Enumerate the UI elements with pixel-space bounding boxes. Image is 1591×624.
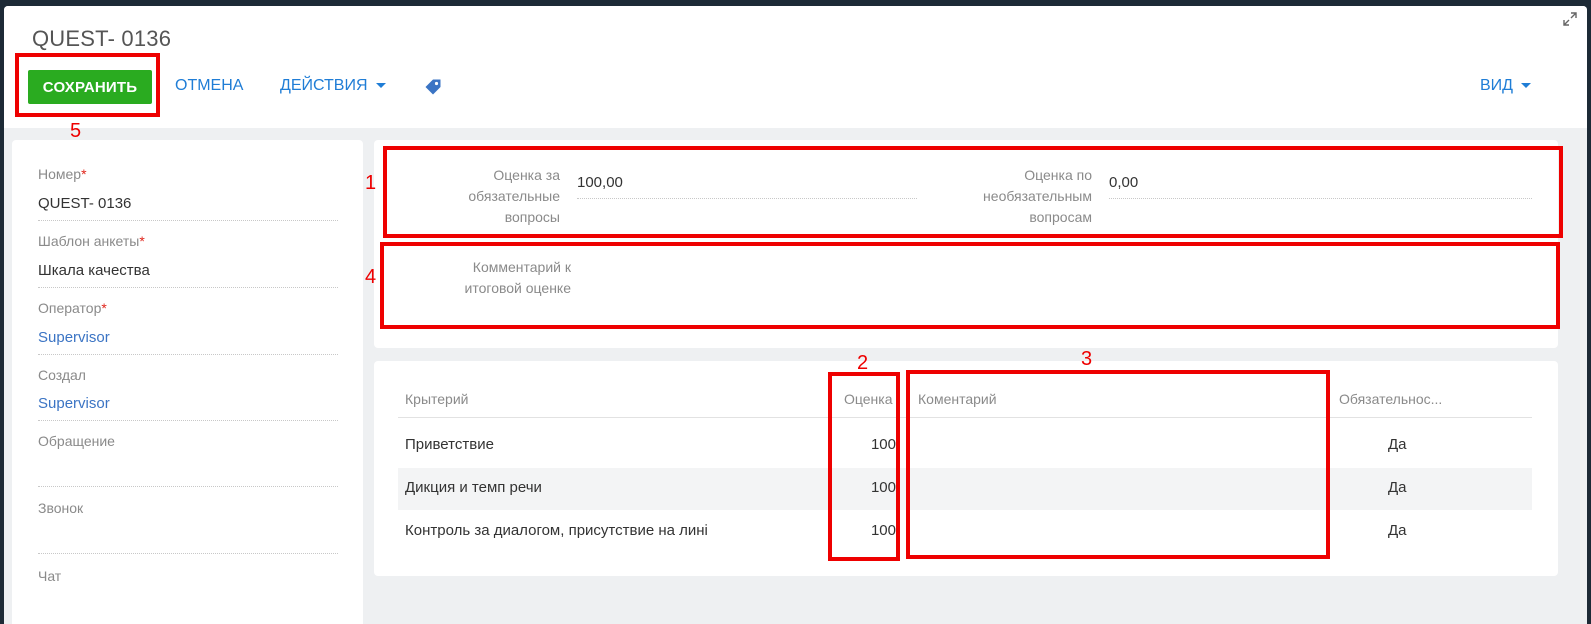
criteria-grid: Крытерий Оценка Коментарий Обязательнос.… [374,361,1558,576]
row-criterion: Контроль за диалогом, присутствие на лин… [405,522,708,539]
field-label-template: Шаблон анкеты* [38,233,145,249]
field-label-operator: Оператор* [38,300,107,316]
column-header-criterion[interactable]: Крытерий [405,391,468,407]
total-comment-field[interactable] [584,258,1532,284]
column-header-comment[interactable]: Коментарий [918,391,997,407]
chevron-down-icon [1521,83,1532,89]
view-menu-button[interactable]: ВИД [1480,77,1532,95]
table-row[interactable]: Дикция и темп речи 100 Да [398,468,1532,510]
page-title: QUEST- 0136 [32,26,172,51]
tag-icon[interactable] [424,78,442,96]
table-row[interactable]: Приветствие 100 Да [398,425,1532,467]
optional-score-field[interactable]: 0,00 [1109,172,1532,199]
view-label: ВИД [1480,77,1514,94]
form-window: QUEST- 0136 СОХРАНИТЬ ОТМЕНА ДЕЙСТВИЯ ВИ… [4,6,1587,624]
field-template-input[interactable]: Шкала качества [38,259,338,288]
field-label-chat: Чат [38,568,62,584]
field-call-input[interactable] [38,525,338,554]
required-score-field[interactable]: 100,00 [577,172,917,199]
cancel-button[interactable]: ОТМЕНА [175,77,243,95]
field-label-number: Номер* [38,166,87,182]
row-score: 100 [870,479,896,496]
row-mandatory: Да [1388,479,1407,496]
row-criterion: Приветствие [405,436,494,453]
grid-header: Крытерий Оценка Коментарий Обязательнос.… [398,385,1532,418]
table-row[interactable]: Контроль за диалогом, присутствие на лин… [398,511,1532,553]
toolbar: СОХРАНИТЬ ОТМЕНА ДЕЙСТВИЯ ВИД [4,68,1587,108]
optional-score-label: Оценка по необязательным вопросам [983,167,1092,225]
row-score: 100 [870,522,896,539]
column-header-score[interactable]: Оценка [844,391,893,407]
required-score-label: Оценка за обязательные вопросы [468,167,560,225]
page-header: QUEST- 0136 СОХРАНИТЬ ОТМЕНА ДЕЙСТВИЯ ВИ… [4,6,1587,128]
field-created-by-link[interactable]: Supervisor [38,392,338,421]
column-header-mandatory[interactable]: Обязательнос... [1339,391,1451,407]
row-score: 100 [870,436,896,453]
field-label-created-by: Создал [38,367,86,383]
field-case-input[interactable] [38,458,338,487]
field-label-case: Обращение [38,433,115,449]
expand-icon[interactable] [1563,12,1577,26]
row-mandatory: Да [1388,522,1407,539]
actions-menu-button[interactable]: ДЕЙСТВИЯ [280,77,386,95]
total-comment-label: Комментарий к итоговой оценке [464,259,571,296]
score-summary-panel: Оценка за обязательные вопросы 100,00 Оц… [374,140,1558,348]
save-button[interactable]: СОХРАНИТЬ [28,70,152,104]
row-criterion: Дикция и темп речи [405,479,542,496]
chevron-down-icon [375,83,386,89]
actions-label: ДЕЙСТВИЯ [280,77,368,94]
field-label-call: Звонок [38,500,84,516]
field-operator-link[interactable]: Supervisor [38,326,338,355]
field-number-input[interactable]: QUEST- 0136 [38,192,338,221]
row-mandatory: Да [1388,436,1407,453]
left-fields-panel: Номер* QUEST- 0136 Шаблон анкеты* Шкала … [12,140,363,624]
